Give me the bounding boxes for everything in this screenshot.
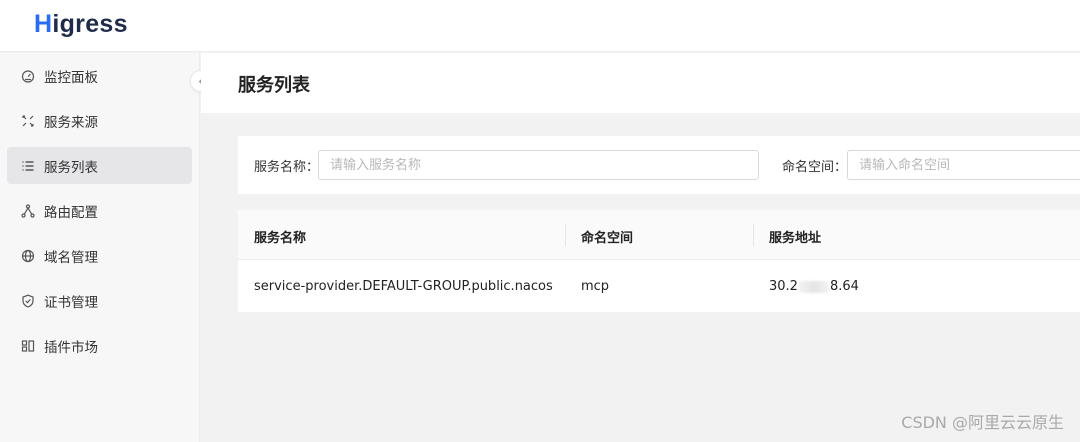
column-divider bbox=[753, 224, 754, 246]
sidebar-item-domain[interactable]: 域名管理 bbox=[7, 237, 192, 274]
logo-text: igress bbox=[52, 10, 128, 38]
source-icon bbox=[21, 114, 35, 128]
service-name-label: 服务名称： bbox=[254, 160, 320, 175]
table-header: 服务名称 命名空间 服务地址 bbox=[238, 210, 1080, 260]
table-row[interactable]: service-provider.DEFAULT-GROUP.public.na… bbox=[238, 261, 1080, 312]
dashboard-icon bbox=[21, 69, 35, 83]
sidebar-item-plugin-market[interactable]: 插件市场 bbox=[7, 327, 192, 364]
column-header-namespace[interactable]: 命名空间 bbox=[581, 227, 633, 246]
sidebar-item-certificate[interactable]: 证书管理 bbox=[7, 282, 192, 319]
shield-icon bbox=[21, 294, 35, 308]
page-header: 服务列表 bbox=[201, 53, 1080, 113]
column-header-service-name[interactable]: 服务名称 bbox=[254, 227, 306, 246]
column-header-address[interactable]: 服务地址 bbox=[769, 227, 821, 246]
column-divider bbox=[565, 224, 566, 246]
plugin-icon bbox=[21, 339, 35, 353]
address-start: 30.2 bbox=[769, 279, 798, 294]
sidebar-item-dashboard[interactable]: 监控面板 bbox=[7, 57, 192, 94]
page-title: 服务列表 bbox=[238, 75, 310, 96]
sidebar-item-route-config[interactable]: 路由配置 bbox=[7, 192, 192, 229]
sidebar: 监控面板 服务来源 服务列表 路由配置 域名管理 证书管理 插件市场 bbox=[0, 53, 200, 442]
sidebar-item-service-source[interactable]: 服务来源 bbox=[7, 102, 192, 139]
sidebar-item-label: 域名管理 bbox=[44, 249, 98, 266]
sidebar-item-service-list[interactable]: 服务列表 bbox=[7, 147, 192, 184]
address-end: 8.64 bbox=[829, 279, 859, 294]
sidebar-item-label: 监控面板 bbox=[44, 69, 98, 86]
cell-service-name: service-provider.DEFAULT-GROUP.public.na… bbox=[254, 279, 553, 294]
logo-initial: H bbox=[34, 10, 53, 38]
list-icon bbox=[21, 159, 35, 173]
cell-address: 30.2 8.64 bbox=[769, 279, 859, 294]
sidebar-item-label: 路由配置 bbox=[44, 204, 98, 221]
sidebar-item-label: 插件市场 bbox=[44, 339, 98, 356]
namespace-label: 命名空间： bbox=[782, 160, 848, 175]
cell-namespace: mcp bbox=[581, 279, 610, 294]
higress-logo[interactable]: Higress bbox=[34, 10, 128, 39]
route-icon bbox=[21, 203, 35, 218]
sidebar-item-label: 服务列表 bbox=[44, 159, 98, 176]
namespace-input[interactable] bbox=[847, 150, 1080, 180]
top-header: Higress bbox=[0, 0, 1080, 52]
globe-icon bbox=[21, 249, 35, 263]
service-table: 服务名称 命名空间 服务地址 service-provider.DEFAULT-… bbox=[238, 210, 1080, 312]
filter-panel: 服务名称： 命名空间： bbox=[238, 136, 1080, 194]
service-name-input[interactable] bbox=[318, 150, 759, 180]
watermark: CSDN @阿里云云原生 bbox=[901, 413, 1064, 432]
sidebar-item-label: 证书管理 bbox=[44, 294, 98, 311]
sidebar-item-label: 服务来源 bbox=[44, 114, 98, 131]
redacted-mask bbox=[798, 280, 829, 293]
